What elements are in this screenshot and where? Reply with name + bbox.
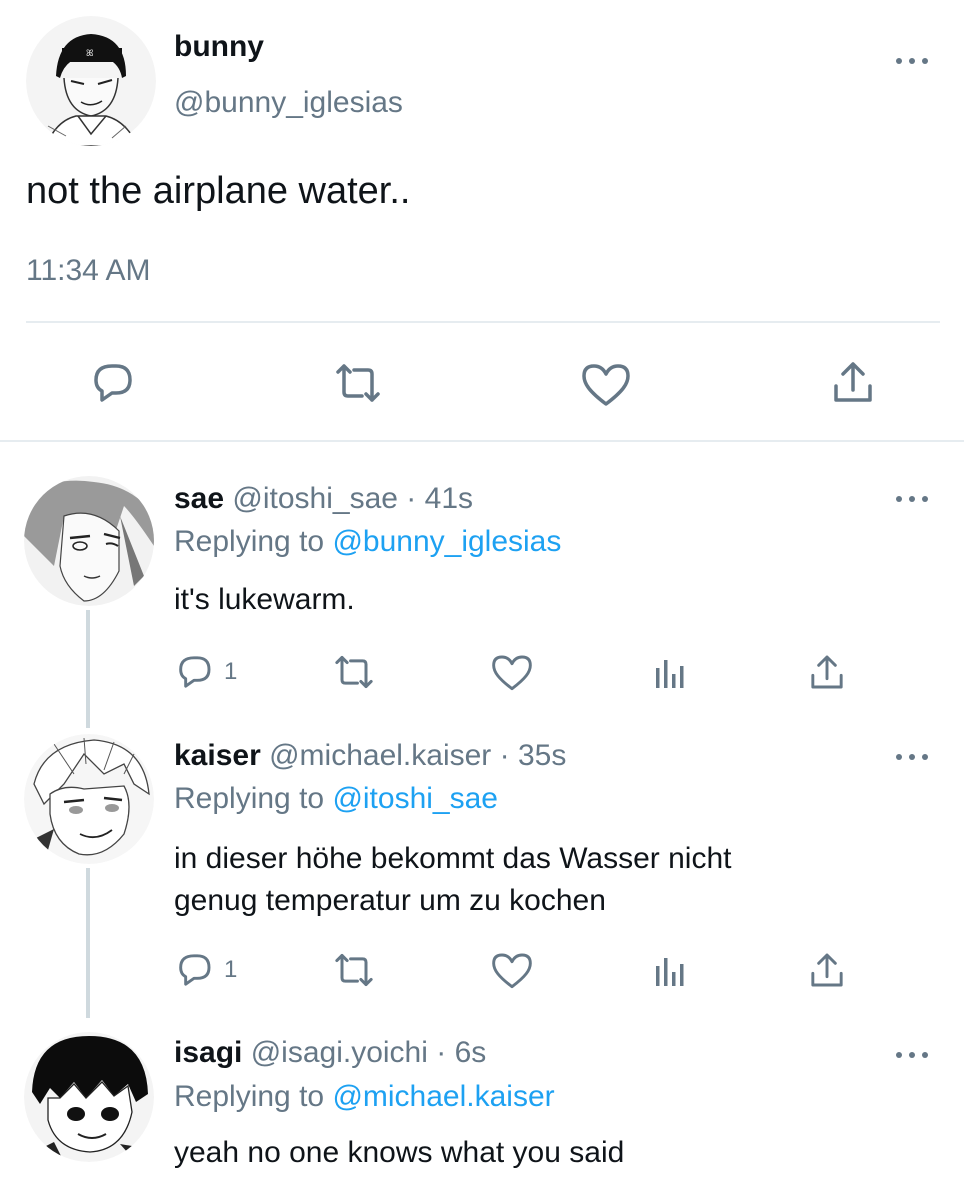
replying-label: Replying to [174, 782, 325, 815]
analytics-icon[interactable] [652, 656, 688, 692]
tweet-text: it's lukewarm. [174, 583, 355, 616]
avatar[interactable] [24, 476, 154, 606]
retweet-icon[interactable] [330, 652, 378, 692]
retweet-icon[interactable] [330, 360, 386, 406]
divider [26, 321, 940, 323]
reply-icon[interactable] [88, 360, 136, 406]
reply-icon[interactable] [174, 652, 214, 692]
avatar[interactable] [24, 1032, 154, 1162]
user-handle[interactable]: @bunny_iglesias [174, 86, 403, 120]
avatar-image: ꕤ [26, 16, 156, 146]
tweet-text: in dieser höhe bekommt das Wasser nicht … [174, 838, 731, 922]
replying-to: Replying to @itoshi_sae [174, 782, 498, 816]
like-icon[interactable] [490, 652, 534, 692]
like-icon[interactable] [580, 360, 632, 408]
more-icon[interactable] [894, 1046, 930, 1062]
thread-line [86, 868, 90, 1018]
replying-label: Replying to [174, 1080, 325, 1113]
reply-icon[interactable] [174, 950, 214, 990]
user-handle[interactable]: @michael.kaiser [269, 739, 491, 772]
tweet-timestamp[interactable]: 6s [455, 1036, 487, 1069]
tweet-text-line: genug temperatur um zu kochen [174, 884, 606, 917]
thread-line [86, 610, 90, 728]
share-icon[interactable] [828, 358, 878, 406]
mention-link[interactable]: @bunny_iglesias [332, 525, 561, 558]
avatar-image [24, 476, 154, 606]
analytics-icon[interactable] [652, 954, 688, 990]
share-icon[interactable] [806, 652, 848, 692]
avatar[interactable]: ꕤ [26, 16, 156, 146]
section-divider [0, 440, 964, 442]
display-name[interactable]: kaiser [174, 739, 261, 772]
tweet-timestamp[interactable]: 35s [518, 739, 566, 772]
tweet-timestamp[interactable]: 11:34 AM [26, 254, 151, 288]
more-icon[interactable] [894, 748, 930, 764]
share-icon[interactable] [806, 950, 848, 990]
reply-count: 1 [224, 658, 238, 685]
user-handle[interactable]: @itoshi_sae [232, 482, 398, 515]
replying-to: Replying to @michael.kaiser [174, 1080, 555, 1114]
display-name[interactable]: sae [174, 482, 224, 515]
reply-header: kaiser @michael.kaiser · 35s [174, 739, 566, 773]
like-icon[interactable] [490, 950, 534, 990]
display-name[interactable]: isagi [174, 1036, 242, 1069]
reply-header: sae @itoshi_sae · 41s [174, 482, 473, 516]
tweet-text-line: in dieser höhe bekommt das Wasser nicht [174, 842, 732, 875]
display-name[interactable]: bunny [174, 30, 264, 64]
separator: · [499, 739, 510, 772]
separator: · [406, 482, 417, 515]
svg-text:ꕤ: ꕤ [86, 49, 94, 59]
replying-to: Replying to @bunny_iglesias [174, 525, 561, 559]
replying-label: Replying to [174, 525, 325, 558]
retweet-icon[interactable] [330, 950, 378, 990]
avatar[interactable] [24, 734, 154, 864]
reply-header: isagi @isagi.yoichi · 6s [174, 1036, 486, 1070]
avatar-image [24, 734, 154, 864]
avatar-image [24, 1032, 154, 1162]
tweet-text: yeah no one knows what you said [174, 1136, 625, 1169]
separator: · [436, 1036, 447, 1069]
more-icon[interactable] [894, 490, 930, 506]
user-handle[interactable]: @isagi.yoichi [251, 1036, 428, 1069]
mention-link[interactable]: @itoshi_sae [332, 782, 498, 815]
mention-link[interactable]: @michael.kaiser [332, 1080, 554, 1113]
tweet-text: not the airplane water.. [26, 170, 411, 212]
more-icon[interactable] [894, 52, 930, 68]
tweet-timestamp[interactable]: 41s [425, 482, 473, 515]
reply-count: 1 [224, 956, 238, 983]
